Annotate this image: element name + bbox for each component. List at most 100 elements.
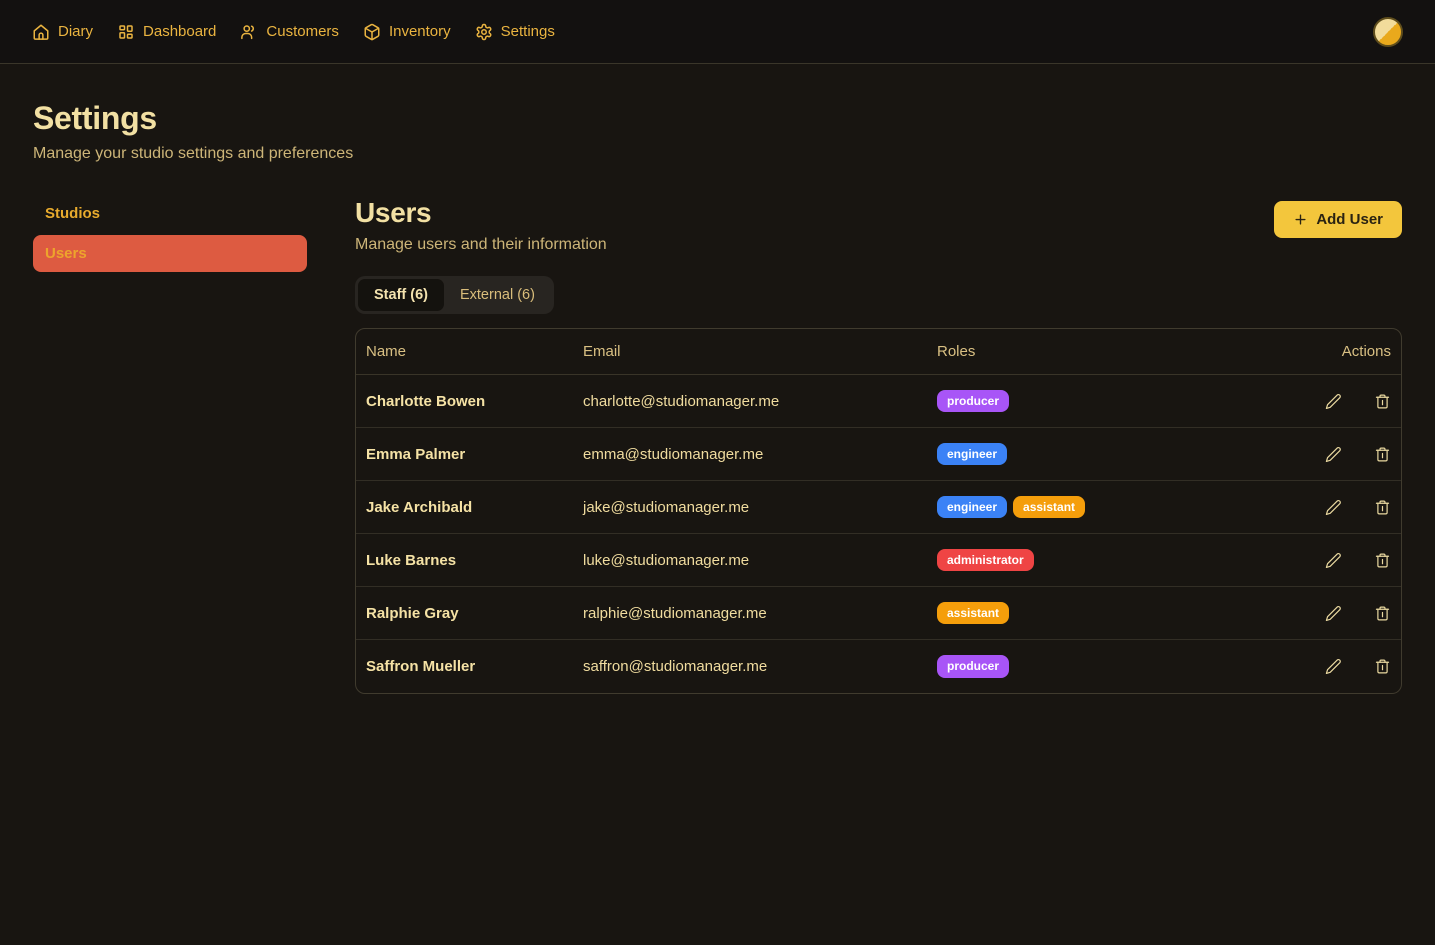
role-badge-producer: producer [937, 655, 1009, 677]
gear-icon [475, 23, 493, 41]
nav-item-inventory[interactable]: Inventory [363, 23, 451, 41]
cell-actions [1271, 499, 1391, 516]
trash-icon [1374, 393, 1391, 410]
role-badge-administrator: administrator [937, 549, 1034, 571]
table-header-row: Name Email Roles Actions [356, 329, 1401, 375]
cell-name: Saffron Mueller [366, 658, 583, 675]
users-table: Name Email Roles Actions Charlotte Bowen… [355, 328, 1402, 694]
column-header-actions: Actions [1271, 343, 1391, 360]
nav-item-label: Customers [266, 23, 339, 40]
cell-roles: producer [937, 390, 1271, 412]
delete-user-button[interactable] [1374, 499, 1391, 516]
cell-actions [1271, 605, 1391, 622]
edit-user-button[interactable] [1325, 605, 1342, 622]
table-body: Charlotte Bowen charlotte@studiomanager.… [356, 375, 1401, 693]
table-row: Charlotte Bowen charlotte@studiomanager.… [356, 375, 1401, 428]
edit-user-button[interactable] [1325, 499, 1342, 516]
cell-name: Jake Archibald [366, 499, 583, 516]
column-header-name: Name [366, 343, 583, 360]
sidebar-item-studios[interactable]: Studios [33, 197, 307, 230]
dashboard-icon [117, 23, 135, 41]
cell-email: emma@studiomanager.me [583, 446, 937, 463]
pencil-icon [1325, 446, 1342, 463]
main-content: Settings Manage your studio settings and… [0, 100, 1435, 694]
section-subtitle: Manage users and their information [355, 236, 607, 254]
cell-roles: engineer assistant [937, 496, 1271, 518]
role-badge-assistant: assistant [937, 602, 1009, 624]
pencil-icon [1325, 499, 1342, 516]
avatar[interactable] [1373, 17, 1403, 47]
trash-icon [1374, 552, 1391, 569]
pencil-icon [1325, 605, 1342, 622]
cell-email: saffron@studiomanager.me [583, 658, 937, 675]
table-row: Emma Palmer emma@studiomanager.me engine… [356, 428, 1401, 481]
cell-actions [1271, 658, 1391, 675]
cell-actions [1271, 552, 1391, 569]
top-nav: Diary Dashboard Customers Inventory Sett… [0, 0, 1435, 64]
trash-icon [1374, 658, 1391, 675]
plus-icon [1293, 212, 1308, 227]
page-title: Settings [33, 100, 1402, 137]
edit-user-button[interactable] [1325, 393, 1342, 410]
user-type-tabs: Staff (6) External (6) [355, 276, 554, 314]
nav-item-label: Dashboard [143, 23, 216, 40]
page-subtitle: Manage your studio settings and preferen… [33, 145, 1402, 163]
delete-user-button[interactable] [1374, 658, 1391, 675]
nav-item-customers[interactable]: Customers [240, 23, 339, 41]
add-user-button-label: Add User [1316, 211, 1383, 228]
nav-item-label: Settings [501, 23, 555, 40]
package-icon [363, 23, 381, 41]
cell-actions [1271, 446, 1391, 463]
home-icon [32, 23, 50, 41]
role-badge-engineer: engineer [937, 496, 1007, 518]
trash-icon [1374, 446, 1391, 463]
cell-name: Ralphie Gray [366, 605, 583, 622]
column-header-roles: Roles [937, 343, 1271, 360]
column-header-email: Email [583, 343, 937, 360]
users-icon [240, 23, 258, 41]
cell-name: Charlotte Bowen [366, 393, 583, 410]
trash-icon [1374, 605, 1391, 622]
nav-item-label: Diary [58, 23, 93, 40]
cell-name: Luke Barnes [366, 552, 583, 569]
cell-roles: producer [937, 655, 1271, 677]
nav-item-label: Inventory [389, 23, 451, 40]
table-row: Jake Archibald jake@studiomanager.me eng… [356, 481, 1401, 534]
cell-actions [1271, 393, 1391, 410]
cell-roles: engineer [937, 443, 1271, 465]
pencil-icon [1325, 552, 1342, 569]
nav-item-diary[interactable]: Diary [32, 23, 93, 41]
role-badge-engineer: engineer [937, 443, 1007, 465]
nav-item-settings[interactable]: Settings [475, 23, 555, 41]
table-row: Ralphie Gray ralphie@studiomanager.me as… [356, 587, 1401, 640]
table-row: Luke Barnes luke@studiomanager.me admini… [356, 534, 1401, 587]
cell-roles: assistant [937, 602, 1271, 624]
edit-user-button[interactable] [1325, 658, 1342, 675]
add-user-button[interactable]: Add User [1274, 201, 1402, 238]
tab-external[interactable]: External (6) [444, 279, 551, 311]
role-badge-producer: producer [937, 390, 1009, 412]
role-badge-assistant: assistant [1013, 496, 1085, 518]
cell-name: Emma Palmer [366, 446, 583, 463]
delete-user-button[interactable] [1374, 552, 1391, 569]
cell-email: jake@studiomanager.me [583, 499, 937, 516]
cell-email: luke@studiomanager.me [583, 552, 937, 569]
settings-sidebar: Studios Users [33, 197, 307, 277]
delete-user-button[interactable] [1374, 446, 1391, 463]
delete-user-button[interactable] [1374, 605, 1391, 622]
tab-staff[interactable]: Staff (6) [358, 279, 444, 311]
trash-icon [1374, 499, 1391, 516]
pencil-icon [1325, 658, 1342, 675]
edit-user-button[interactable] [1325, 552, 1342, 569]
pencil-icon [1325, 393, 1342, 410]
section-title: Users [355, 197, 607, 229]
edit-user-button[interactable] [1325, 446, 1342, 463]
delete-user-button[interactable] [1374, 393, 1391, 410]
sidebar-item-users[interactable]: Users [33, 235, 307, 272]
table-row: Saffron Mueller saffron@studiomanager.me… [356, 640, 1401, 693]
users-section: Users Manage users and their information… [355, 197, 1402, 694]
cell-roles: administrator [937, 549, 1271, 571]
nav-item-dashboard[interactable]: Dashboard [117, 23, 216, 41]
cell-email: ralphie@studiomanager.me [583, 605, 937, 622]
cell-email: charlotte@studiomanager.me [583, 393, 937, 410]
